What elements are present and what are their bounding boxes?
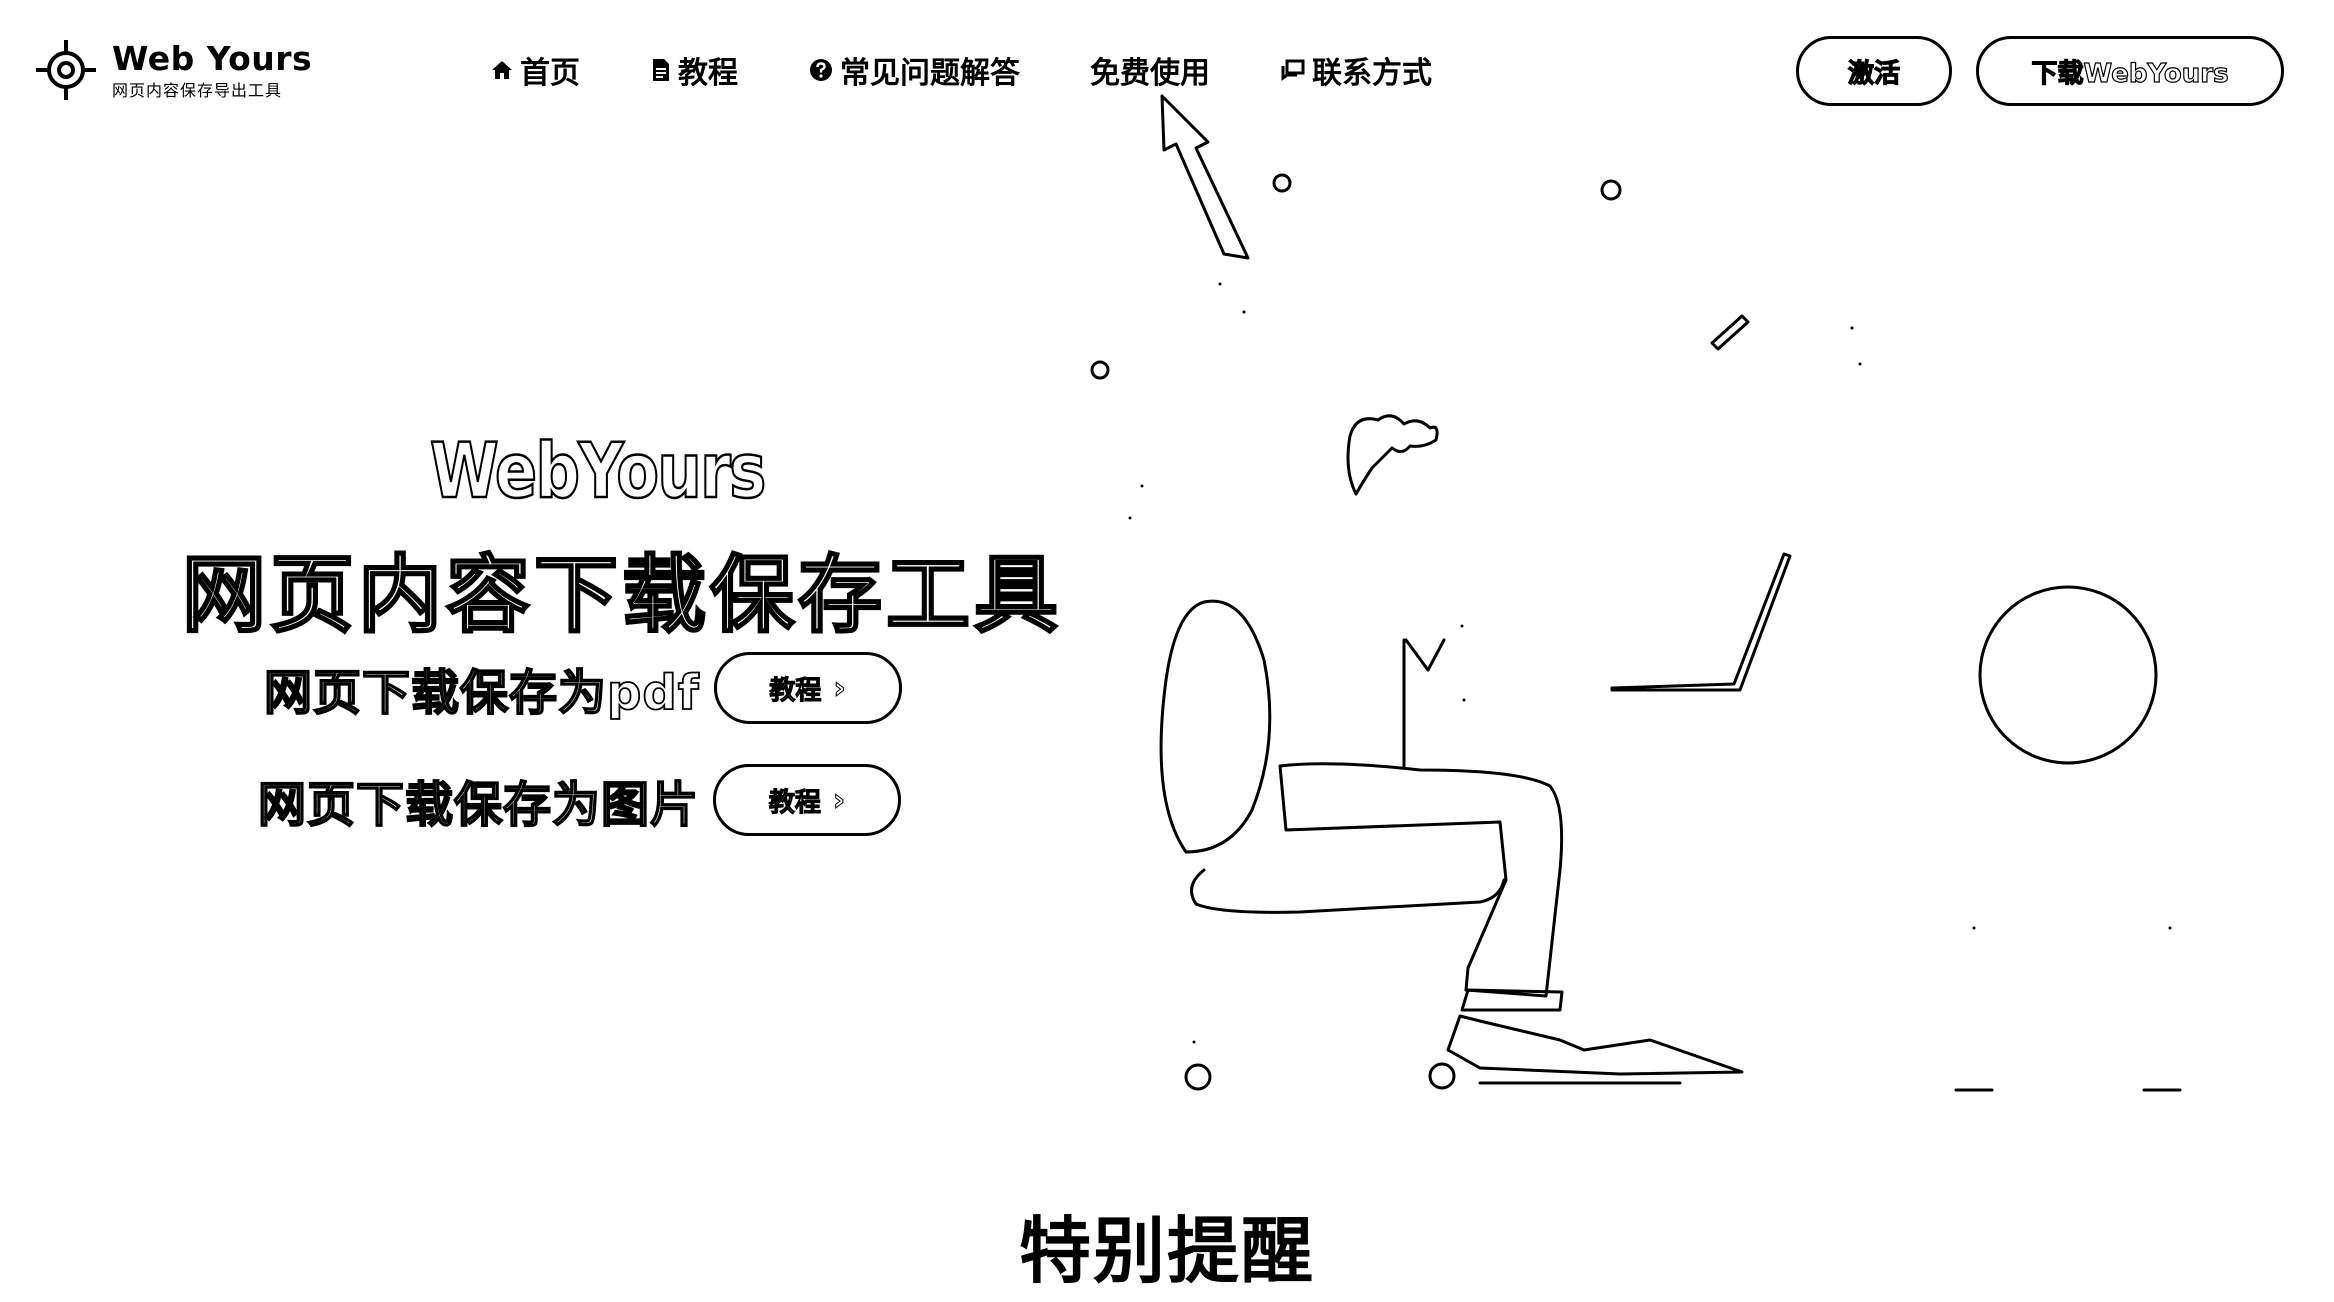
nav-item-home[interactable]: 首页 bbox=[490, 48, 580, 92]
row-label-image: 网页下载保存为图片 bbox=[257, 776, 700, 834]
hero-row-image: 网页下载保存为图片 教程 › bbox=[257, 764, 902, 836]
floor-shoe bbox=[1446, 1014, 1744, 1076]
tutorial-button-label: 教程 bbox=[769, 675, 822, 706]
pdf-tutorial-button[interactable]: 教程 › bbox=[713, 652, 902, 724]
person-leg bbox=[1278, 762, 1564, 998]
nav-item-label: 首页 bbox=[520, 56, 580, 91]
chair-seat bbox=[1190, 868, 1506, 914]
home-icon bbox=[492, 61, 512, 79]
nav-item-free-use[interactable]: 免费使用 bbox=[1090, 48, 1210, 92]
brand-text: Web Yours 网页内容保存导出工具 bbox=[112, 42, 312, 99]
hero-row-pdf: 网页下载保存为pdf 教程 › bbox=[263, 652, 902, 724]
chair-wheel bbox=[1428, 1062, 1456, 1090]
person-shoe bbox=[1460, 988, 1564, 1012]
crosshair-target-icon bbox=[36, 40, 96, 100]
brand[interactable]: Web Yours 网页内容保存导出工具 bbox=[34, 38, 312, 102]
hero-illustration bbox=[1090, 94, 2182, 1092]
brand-name: Web Yours bbox=[112, 38, 313, 78]
document-icon bbox=[653, 59, 669, 81]
main-nav: 首页 教程 常见问题解答 免费使用 联系方式 bbox=[490, 48, 1432, 92]
nav-item-faq[interactable]: 常见问题解答 bbox=[808, 48, 1020, 92]
decor-circle bbox=[1272, 173, 1292, 193]
tutorial-button-label: 教程 bbox=[768, 787, 821, 818]
laptop bbox=[1610, 552, 1792, 692]
chevron-right-icon: › bbox=[832, 782, 846, 818]
activate-button[interactable]: 激活 bbox=[1796, 36, 1952, 106]
hero-subtitle: 网页内容下载保存工具 bbox=[181, 545, 1063, 646]
pointer-arrow bbox=[1160, 94, 1250, 260]
decor-large-circle bbox=[1978, 585, 2158, 765]
chair-back bbox=[1159, 599, 1272, 854]
person-hair bbox=[1346, 414, 1439, 496]
nav-item-label: 教程 bbox=[678, 56, 738, 91]
image-tutorial-button[interactable]: 教程 › bbox=[713, 764, 902, 836]
chat-icon bbox=[1281, 59, 1305, 81]
nav-item-label: 免费使用 bbox=[1090, 56, 1210, 91]
chevron-right-icon: › bbox=[833, 670, 846, 706]
nav-item-contact[interactable]: 联系方式 bbox=[1280, 48, 1432, 92]
person-collar bbox=[1404, 638, 1446, 672]
nav-item-label: 常见问题解答 bbox=[840, 56, 1020, 91]
decor-circle bbox=[1600, 179, 1622, 201]
row-label-pdf: 网页下载保存为pdf bbox=[263, 664, 700, 722]
hero-title: WebYours bbox=[429, 425, 767, 517]
chair-wheel bbox=[1184, 1063, 1212, 1091]
decor-bar bbox=[1710, 314, 1750, 351]
nav-item-label: 联系方式 bbox=[1312, 56, 1432, 91]
brand-tagline: 网页内容保存导出工具 bbox=[112, 80, 283, 100]
decor-circle bbox=[1090, 360, 1110, 380]
section-heading: 特别提醒 bbox=[1018, 1209, 1315, 1293]
nav-item-tutorial[interactable]: 教程 bbox=[650, 48, 738, 92]
help-circle-icon bbox=[810, 59, 832, 81]
download-button[interactable]: 下载WebYours bbox=[1976, 36, 2284, 106]
